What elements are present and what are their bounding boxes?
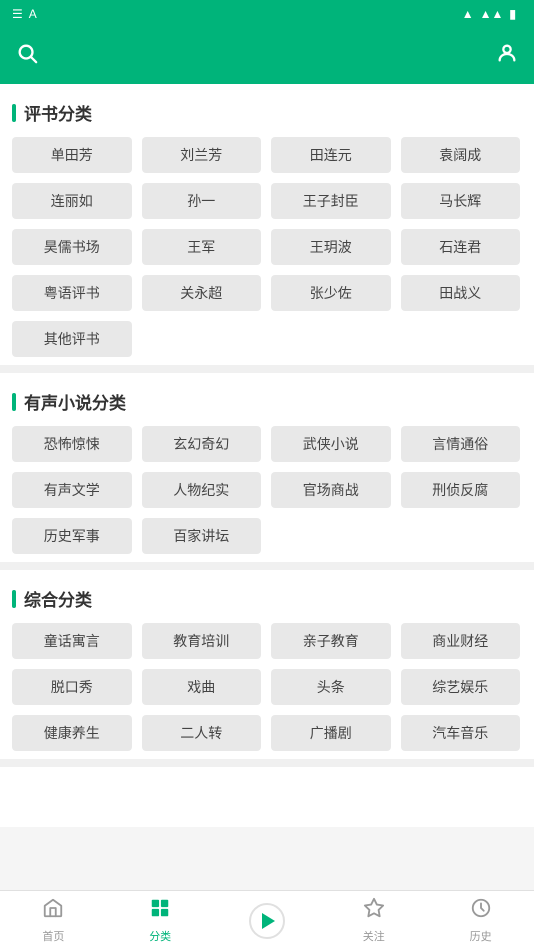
star-icon: [363, 897, 385, 925]
tag-粤语评书[interactable]: 粤语评书: [12, 275, 132, 311]
status-right: ▲ ▲▲ ▮: [462, 7, 522, 21]
tag-昊儒书场[interactable]: 昊儒书场: [12, 229, 132, 265]
tag-王玥波[interactable]: 王玥波: [271, 229, 391, 265]
header: [0, 28, 534, 84]
tag-官场商战[interactable]: 官场商战: [271, 472, 391, 508]
tag-孙一[interactable]: 孙一: [142, 183, 262, 219]
content: 评书分类单田芳刘兰芳田连元袁阔成连丽如孙一王子封臣马长辉昊儒书场王军王玥波石连君…: [0, 84, 534, 827]
nav-history[interactable]: 历史: [427, 891, 534, 950]
tag-亲子教育[interactable]: 亲子教育: [271, 623, 391, 659]
tag-玄幻奇幻[interactable]: 玄幻奇幻: [142, 426, 262, 462]
tag-脱口秀[interactable]: 脱口秀: [12, 669, 132, 705]
nav-play[interactable]: [214, 891, 321, 950]
tag-二人转[interactable]: 二人转: [142, 715, 262, 751]
tag-戏曲[interactable]: 戏曲: [142, 669, 262, 705]
tag-有声文学[interactable]: 有声文学: [12, 472, 132, 508]
tag-其他评书[interactable]: 其他评书: [12, 321, 132, 357]
tag-石连君[interactable]: 石连君: [401, 229, 521, 265]
tag-广播剧[interactable]: 广播剧: [271, 715, 391, 751]
tag-言情通俗[interactable]: 言情通俗: [401, 426, 521, 462]
section-youshengxiaoshuofenlei: 有声小说分类恐怖惊悚玄幻奇幻武侠小说言情通俗有声文学人物纪实官场商战刑侦反腐历史…: [0, 373, 534, 570]
tag-刑侦反腐[interactable]: 刑侦反腐: [401, 472, 521, 508]
tag-商业财经[interactable]: 商业财经: [401, 623, 521, 659]
tag-武侠小说[interactable]: 武侠小说: [271, 426, 391, 462]
tag-连丽如[interactable]: 连丽如: [12, 183, 132, 219]
app-icon: A: [29, 7, 37, 21]
nav-home[interactable]: 首页: [0, 891, 107, 950]
search-icon[interactable]: [16, 42, 38, 70]
nav-home-label: 首页: [42, 928, 64, 944]
tag-综艺娱乐[interactable]: 综艺娱乐: [401, 669, 521, 705]
status-left: ☰ A: [12, 7, 37, 21]
section-title-zonghefenlei: 综合分类: [12, 586, 522, 611]
section-title-pingshufenlei: 评书分类: [12, 100, 522, 125]
tag-人物纪实[interactable]: 人物纪实: [142, 472, 262, 508]
tag-健康养生[interactable]: 健康养生: [12, 715, 132, 751]
tag-历史军事[interactable]: 历史军事: [12, 518, 132, 554]
notification-icon: ☰: [12, 7, 23, 21]
tag-王子封臣[interactable]: 王子封臣: [271, 183, 391, 219]
play-button[interactable]: [249, 903, 285, 939]
tag-王军[interactable]: 王军: [142, 229, 262, 265]
tag-百家讲坛[interactable]: 百家讲坛: [142, 518, 262, 554]
play-triangle-icon: [262, 913, 275, 929]
signal-icon: ▲▲: [480, 7, 504, 21]
tag-袁阔成[interactable]: 袁阔成: [401, 137, 521, 173]
tag-grid-zonghefenlei: 童话寓言教育培训亲子教育商业财经脱口秀戏曲头条综艺娱乐健康养生二人转广播剧汽车音…: [12, 623, 522, 751]
tag-头条[interactable]: 头条: [271, 669, 391, 705]
tag-grid-youshengxiaoshuofenlei: 恐怖惊悚玄幻奇幻武侠小说言情通俗有声文学人物纪实官场商战刑侦反腐历史军事百家讲坛: [12, 426, 522, 554]
wifi-icon: ▲: [462, 7, 474, 21]
tag-教育培训[interactable]: 教育培训: [142, 623, 262, 659]
tag-童话寓言[interactable]: 童话寓言: [12, 623, 132, 659]
tag-grid-pingshufenlei: 单田芳刘兰芳田连元袁阔成连丽如孙一王子封臣马长辉昊儒书场王军王玥波石连君粤语评书…: [12, 137, 522, 357]
nav-history-label: 历史: [470, 928, 492, 944]
nav-follow[interactable]: 关注: [320, 891, 427, 950]
tag-田连元[interactable]: 田连元: [271, 137, 391, 173]
category-icon: [149, 897, 171, 925]
user-icon[interactable]: [496, 42, 518, 70]
tag-汽车音乐[interactable]: 汽车音乐: [401, 715, 521, 751]
tag-马长辉[interactable]: 马长辉: [401, 183, 521, 219]
status-bar: ☰ A ▲ ▲▲ ▮: [0, 0, 534, 28]
bottom-nav: 首页 分类 关注: [0, 890, 534, 950]
tag-张少佐[interactable]: 张少佐: [271, 275, 391, 311]
section-pingshufenlei: 评书分类单田芳刘兰芳田连元袁阔成连丽如孙一王子封臣马长辉昊儒书场王军王玥波石连君…: [0, 84, 534, 373]
section-title-youshengxiaoshuofenlei: 有声小说分类: [12, 389, 522, 414]
nav-category-label: 分类: [149, 928, 171, 944]
tag-关永超[interactable]: 关永超: [142, 275, 262, 311]
home-icon: [42, 897, 64, 925]
tag-单田芳[interactable]: 单田芳: [12, 137, 132, 173]
nav-category[interactable]: 分类: [107, 891, 214, 950]
tag-恐怖惊悚[interactable]: 恐怖惊悚: [12, 426, 132, 462]
section-zonghefenlei: 综合分类童话寓言教育培训亲子教育商业财经脱口秀戏曲头条综艺娱乐健康养生二人转广播…: [0, 570, 534, 767]
tag-刘兰芳[interactable]: 刘兰芳: [142, 137, 262, 173]
clock-icon: [470, 897, 492, 925]
battery-icon: ▮: [509, 7, 516, 21]
nav-follow-label: 关注: [363, 928, 385, 944]
tag-田战义[interactable]: 田战义: [401, 275, 521, 311]
